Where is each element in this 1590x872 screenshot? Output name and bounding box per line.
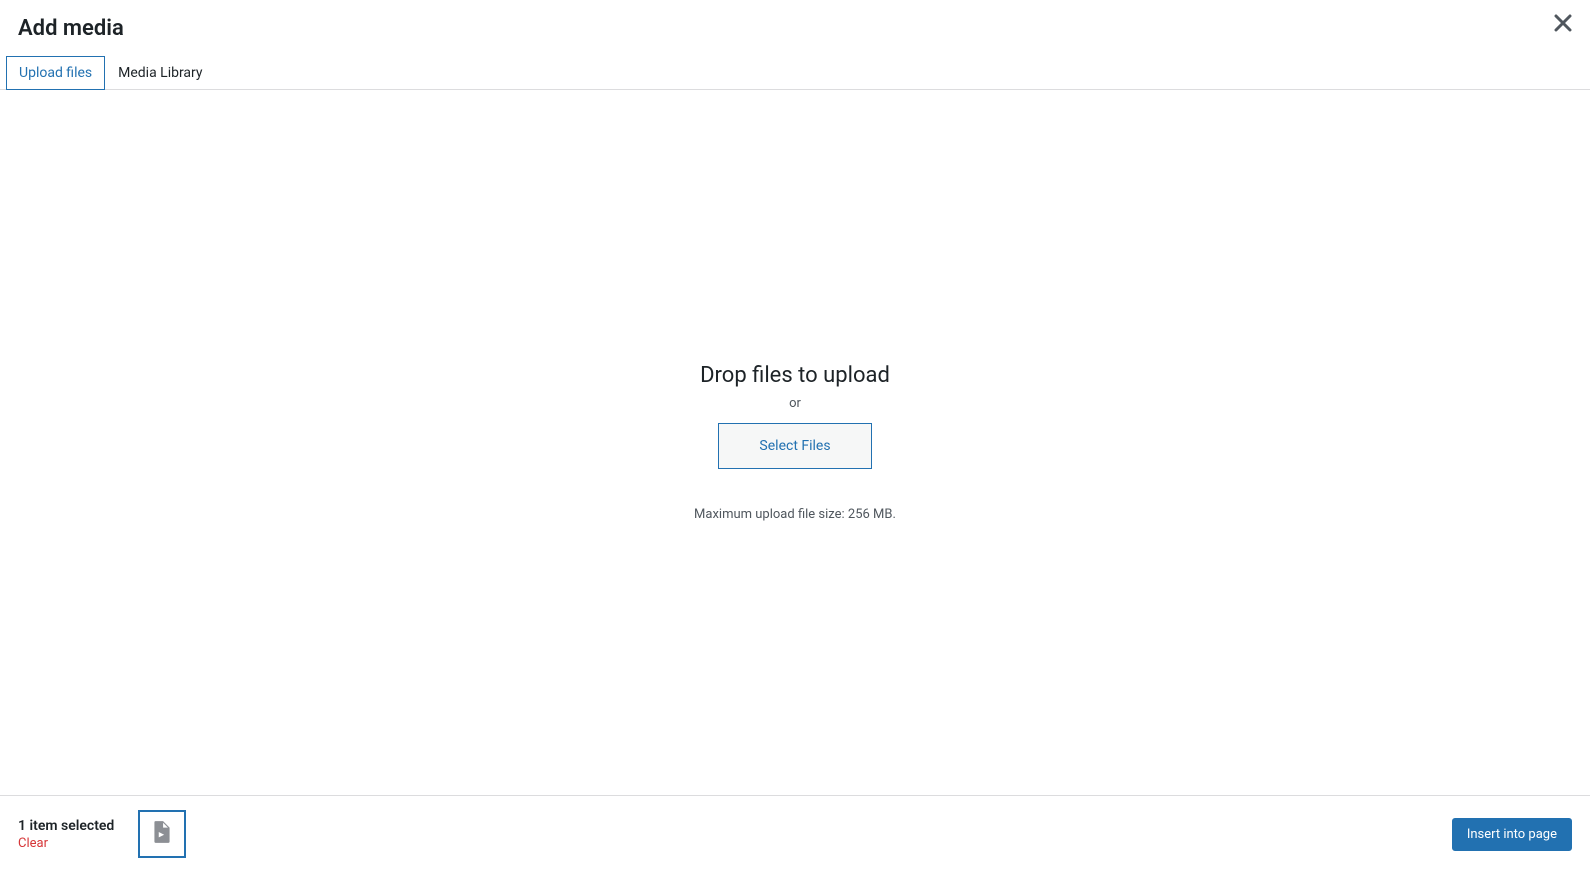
video-file-icon [149,819,175,849]
close-icon[interactable] [1554,14,1572,37]
insert-into-page-button[interactable]: Insert into page [1452,818,1572,851]
selection-info: 1 item selected Clear [18,818,114,851]
upload-dropzone[interactable]: Drop files to upload or Select Files Max… [0,90,1590,795]
modal-footer: 1 item selected Clear Insert into page [0,795,1590,872]
selected-thumbnail[interactable] [138,810,186,858]
footer-left: 1 item selected Clear [18,810,186,858]
modal-title: Add media [18,16,1572,42]
selected-count-text: 1 item selected [18,818,114,834]
modal-header: Add media [0,0,1590,42]
upload-or-text: or [789,396,801,411]
select-files-button[interactable]: Select Files [718,423,871,469]
tabs: Upload files Media Library [0,42,1590,90]
clear-selection-link[interactable]: Clear [18,836,114,851]
max-upload-size-text: Maximum upload file size: 256 MB. [694,507,896,522]
tab-upload-files[interactable]: Upload files [6,56,105,90]
tab-media-library[interactable]: Media Library [105,56,215,90]
upload-heading: Drop files to upload [700,363,890,388]
